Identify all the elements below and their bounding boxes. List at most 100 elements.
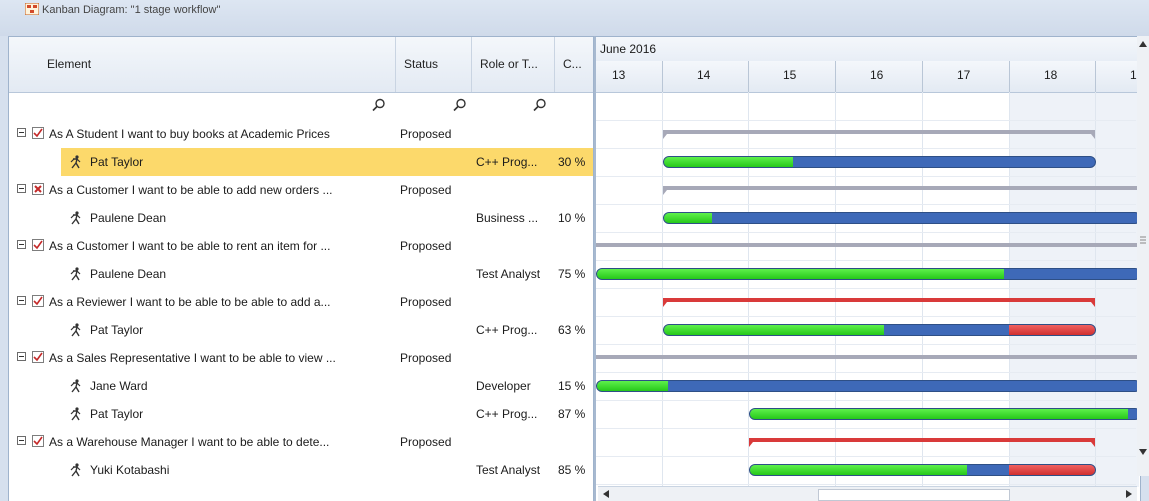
task-progress-bar[interactable] (596, 380, 1140, 392)
resource-row[interactable]: Yuki Kotabashi Test Analyst 85 % (9, 456, 593, 484)
day-divider (748, 61, 749, 92)
row-gridline (596, 484, 1136, 485)
resource-role: C++ Prog... (476, 407, 538, 421)
task-progress-bar[interactable] (749, 464, 1096, 476)
row-gridline (596, 428, 1136, 429)
resource-row[interactable]: Pat Taylor C++ Prog... 87 % (9, 400, 593, 428)
resource-person-icon (70, 323, 81, 337)
collapse-toggle[interactable] (17, 352, 26, 361)
element-name: As a Customer I want to be able to add n… (49, 183, 333, 197)
row-gridline (596, 148, 1136, 149)
summary-bar[interactable] (749, 438, 1095, 447)
row-gridline (596, 344, 1136, 345)
resource-percent-complete: 63 % (558, 323, 586, 337)
element-name: As A Student I want to buy books at Acad… (49, 127, 330, 141)
element-status: Proposed (400, 183, 452, 197)
element-row[interactable]: As a Sales Representative I want to be a… (9, 344, 593, 372)
search-icon[interactable] (453, 98, 467, 112)
checked-checkbox-icon (32, 435, 44, 447)
collapse-toggle[interactable] (17, 240, 26, 249)
resource-percent-complete: 87 % (558, 407, 586, 421)
element-row[interactable]: As a Reviewer I want to be able to be ab… (9, 288, 593, 316)
day-label: 18 (1044, 68, 1058, 82)
column-header-complete[interactable]: C... (555, 37, 593, 92)
resource-row[interactable]: Jane Ward Developer 15 % (9, 372, 593, 400)
summary-bar[interactable] (663, 186, 1140, 195)
element-grid: Element Status Role or T... C... As A St… (8, 36, 594, 501)
resource-name: Pat Taylor (90, 407, 144, 421)
element-name: As a Sales Representative I want to be a… (49, 351, 336, 365)
element-row[interactable]: As a Customer I want to be able to add n… (9, 176, 593, 204)
resource-percent-complete: 30 % (558, 155, 586, 169)
collapse-toggle[interactable] (17, 184, 26, 193)
checked-checkbox-icon (32, 239, 44, 251)
resource-role: C++ Prog... (476, 155, 538, 169)
day-label: 16 (870, 68, 884, 82)
month-label: June 2016 (600, 42, 657, 56)
resource-row[interactable]: Pat Taylor C++ Prog... 63 % (9, 316, 593, 344)
row-gridline (596, 372, 1136, 373)
element-status: Proposed (400, 239, 452, 253)
checked-checkbox-icon (32, 127, 44, 139)
element-status: Proposed (400, 435, 452, 449)
checked-checkbox-icon (32, 351, 44, 363)
checked-checkbox-icon (32, 295, 44, 307)
element-name: As a Reviewer I want to be able to be ab… (49, 295, 331, 309)
task-progress-bar[interactable] (663, 212, 1140, 224)
scroll-up-icon[interactable] (1139, 40, 1147, 48)
element-status: Proposed (400, 127, 452, 141)
day-divider (922, 61, 923, 92)
resource-role: C++ Prog... (476, 323, 538, 337)
search-icon[interactable] (372, 98, 386, 112)
day-divider (1095, 61, 1096, 92)
row-gridline (596, 120, 1136, 121)
column-header-element[interactable]: Element (9, 37, 396, 92)
scroll-thumb-grip-icon[interactable] (1140, 236, 1146, 244)
scroll-thumb[interactable] (818, 489, 1010, 501)
resource-name: Paulene Dean (90, 267, 167, 281)
resource-person-icon (70, 407, 81, 421)
resource-name: Paulene Dean (90, 211, 167, 225)
summary-bar[interactable] (596, 243, 1140, 247)
element-status: Proposed (400, 295, 452, 309)
filter-row (9, 92, 593, 120)
scroll-right-icon[interactable] (1125, 490, 1133, 498)
element-row[interactable]: As A Student I want to buy books at Acad… (9, 120, 593, 148)
summary-bar[interactable] (596, 355, 1140, 359)
resource-role: Test Analyst (476, 267, 541, 281)
task-progress-bar[interactable] (596, 268, 1140, 280)
resource-row[interactable]: Pat Taylor C++ Prog... 30 % (61, 148, 593, 176)
collapse-toggle[interactable] (17, 128, 26, 137)
scroll-left-icon[interactable] (602, 490, 610, 498)
task-progress-bar[interactable] (749, 408, 1140, 420)
task-progress-bar[interactable] (663, 156, 1096, 168)
collapse-toggle[interactable] (17, 296, 26, 305)
day-divider (1009, 61, 1010, 92)
cross-checkbox-icon (32, 183, 44, 195)
resource-role: Business ... (476, 211, 539, 225)
element-row[interactable]: As a Customer I want to be able to rent … (9, 232, 593, 260)
search-icon[interactable] (533, 98, 547, 112)
resource-row[interactable]: Paulene Dean Business ... 10 % (9, 204, 593, 232)
resource-row[interactable]: Paulene Dean Test Analyst 75 % (9, 260, 593, 288)
resource-role: Test Analyst (476, 463, 541, 477)
month-header: June 2016 (596, 37, 1140, 62)
task-progress-bar[interactable] (663, 324, 1096, 336)
collapse-toggle[interactable] (17, 436, 26, 445)
resource-percent-complete: 10 % (558, 211, 586, 225)
day-label: 1 (1130, 68, 1137, 82)
resource-percent-complete: 75 % (558, 267, 586, 281)
scroll-down-icon[interactable] (1139, 448, 1147, 456)
horizontal-scrollbar[interactable] (598, 486, 1137, 501)
column-header-role[interactable]: Role or T... (472, 37, 555, 92)
element-row[interactable]: As a Warehouse Manager I want to be able… (9, 428, 593, 456)
kanban-diagram-icon (25, 3, 39, 15)
gantt-chart: June 2016 13 14 15 16 17 18 1 (594, 36, 1141, 501)
summary-bar[interactable] (663, 298, 1095, 307)
resource-person-icon (70, 211, 81, 225)
resource-percent-complete: 85 % (558, 463, 586, 477)
column-header-status[interactable]: Status (396, 37, 472, 92)
vertical-scrollbar[interactable] (1137, 36, 1149, 476)
summary-bar[interactable] (663, 130, 1095, 139)
element-status: Proposed (400, 351, 452, 365)
